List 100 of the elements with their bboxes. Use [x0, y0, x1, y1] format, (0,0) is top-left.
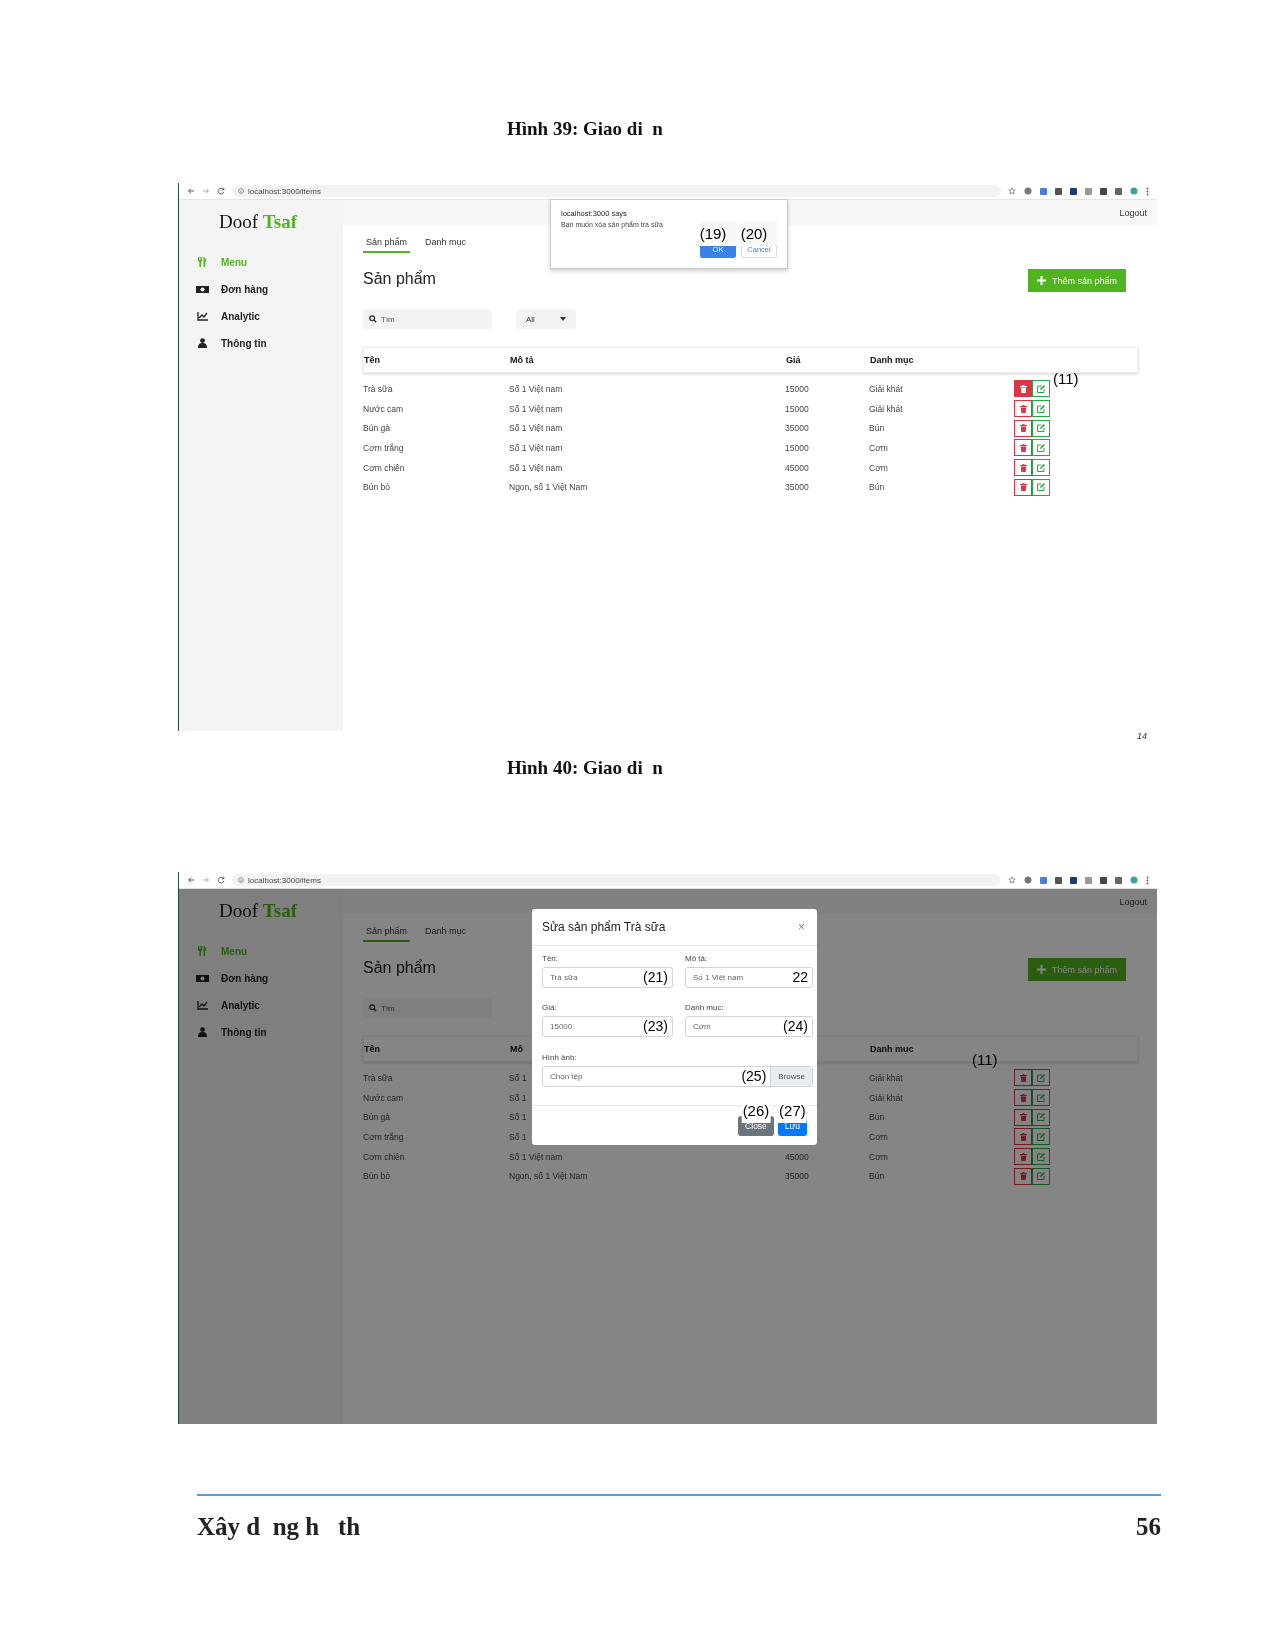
tab[interactable]: Sản phẩm [363, 237, 411, 253]
table-cell: Giải khát [869, 1092, 903, 1103]
info-icon[interactable] [238, 877, 244, 883]
sidebar-item[interactable]: Đơn hàng [195, 281, 273, 297]
delete-button[interactable] [1014, 1069, 1032, 1087]
trash-icon [1019, 1172, 1027, 1181]
tab[interactable]: Danh mục [422, 237, 470, 253]
back-icon[interactable] [187, 187, 195, 195]
search-icon [369, 1004, 377, 1012]
table-cell: Số 1 Việt nam [509, 462, 563, 473]
edit-button[interactable] [1032, 1108, 1050, 1126]
logout-link[interactable]: Logout [1119, 896, 1147, 907]
delete-button[interactable] [1014, 380, 1032, 398]
file-input[interactable]: Chọn tệp (25) Browse [542, 1065, 813, 1087]
reload-icon[interactable] [217, 187, 225, 195]
column-header: Tên [364, 1044, 380, 1054]
table-cell: Cơm [869, 1151, 888, 1162]
callout-label: (23) [643, 1019, 668, 1035]
sidebar-item[interactable]: Analytic [195, 997, 264, 1013]
table-cell: Bún gà [363, 1112, 390, 1123]
back-icon[interactable] [187, 876, 195, 884]
input-field[interactable]: Số 1 Việt nam 22 [685, 967, 813, 988]
plus-icon [1036, 965, 1046, 974]
category-dropdown[interactable]: All [516, 309, 576, 329]
table-cell: Số 1 [509, 1092, 527, 1103]
edit-button[interactable] [1032, 478, 1050, 496]
bookmark-star-icon[interactable] [1008, 876, 1016, 884]
search-field[interactable]: Tìm [363, 309, 492, 329]
delete-button[interactable] [1014, 1089, 1032, 1107]
callout-label: (21) [643, 970, 668, 985]
column-header: Mô tả [510, 355, 534, 365]
address-bar[interactable]: localhost:3000/items [232, 185, 1001, 197]
utensils-icon [197, 257, 207, 267]
callout-label: (19) [699, 221, 737, 246]
table-cell: 45000 [785, 462, 809, 473]
column-header: Mô [510, 1044, 523, 1054]
delete-button[interactable] [1014, 1167, 1032, 1185]
delete-button[interactable] [1014, 1128, 1032, 1146]
edit-button[interactable] [1032, 1069, 1050, 1087]
edit-button[interactable] [1032, 459, 1050, 477]
trash-icon [1019, 384, 1027, 393]
delete-button[interactable] [1014, 1108, 1032, 1126]
forward-icon[interactable] [202, 187, 210, 195]
address-bar[interactable]: localhost:3000/items [232, 874, 1001, 886]
search-field[interactable]: Tìm [363, 998, 492, 1018]
callout-label: 22 [792, 970, 808, 985]
delete-button[interactable] [1014, 459, 1032, 477]
trash-icon [1019, 424, 1027, 433]
edit-button[interactable] [1032, 419, 1050, 437]
figure-caption: Hình 39: Giao di n [507, 117, 663, 141]
forward-icon[interactable] [202, 876, 210, 884]
more-menu-icon[interactable] [1146, 875, 1149, 885]
sidebar-item[interactable]: Thông tin [195, 335, 271, 351]
delete-button[interactable] [1014, 478, 1032, 496]
sidebar-item[interactable]: Đơn hàng [195, 970, 273, 986]
info-icon[interactable] [238, 188, 244, 194]
logout-link[interactable]: Logout [1119, 207, 1147, 218]
table-cell: Cơm [869, 1131, 888, 1142]
edit-button[interactable] [1032, 1167, 1050, 1185]
sidebar-item[interactable]: Thông tin [195, 1024, 271, 1040]
table-cell: Nước cam [363, 1092, 404, 1103]
edit-icon [1037, 1073, 1045, 1082]
input-field[interactable]: Trà sữa (21) [542, 967, 673, 988]
plus-icon [1036, 276, 1046, 285]
sidebar-item[interactable]: Analytic [195, 308, 264, 324]
input-field[interactable]: Cơm (24) [685, 1016, 813, 1038]
delete-button[interactable] [1014, 1148, 1032, 1166]
delete-button[interactable] [1014, 439, 1032, 457]
tab[interactable]: Danh mục [422, 926, 470, 942]
edit-button[interactable] [1032, 439, 1050, 457]
table-cell: Số 1 Việt nam [509, 403, 563, 414]
table-cell: Cơm [869, 462, 888, 473]
edit-button[interactable] [1032, 1148, 1050, 1166]
delete-button[interactable] [1014, 400, 1032, 418]
edit-icon [1037, 1113, 1045, 1122]
column-header: Danh mục [870, 1044, 914, 1054]
more-menu-icon[interactable] [1146, 186, 1149, 196]
edit-icon [1037, 384, 1045, 393]
trash-icon [1019, 1152, 1027, 1161]
close-button[interactable]: × [796, 920, 807, 934]
money-icon [195, 973, 209, 983]
table-cell: Bún [869, 423, 885, 434]
reload-icon[interactable] [217, 876, 225, 884]
edit-button[interactable] [1032, 380, 1050, 398]
tab[interactable]: Sản phẩm [363, 926, 411, 942]
trash-icon [1019, 404, 1027, 413]
bookmark-star-icon[interactable] [1008, 187, 1016, 195]
table-cell: Cơm trắng [363, 442, 404, 453]
delete-button[interactable] [1014, 419, 1032, 437]
table-cell: 35000 [785, 423, 809, 434]
edit-button[interactable] [1032, 1089, 1050, 1107]
field-label: Tên: [542, 954, 558, 963]
column-header: Danh mục [870, 355, 914, 365]
input-field[interactable]: 15000 (23) [542, 1016, 673, 1038]
browse-button[interactable]: Browse [770, 1066, 812, 1086]
table-cell: 15000 [785, 383, 809, 394]
table-cell: 15000 [785, 442, 809, 453]
edit-button[interactable] [1032, 1128, 1050, 1146]
trash-icon [1019, 483, 1027, 492]
edit-button[interactable] [1032, 400, 1050, 418]
